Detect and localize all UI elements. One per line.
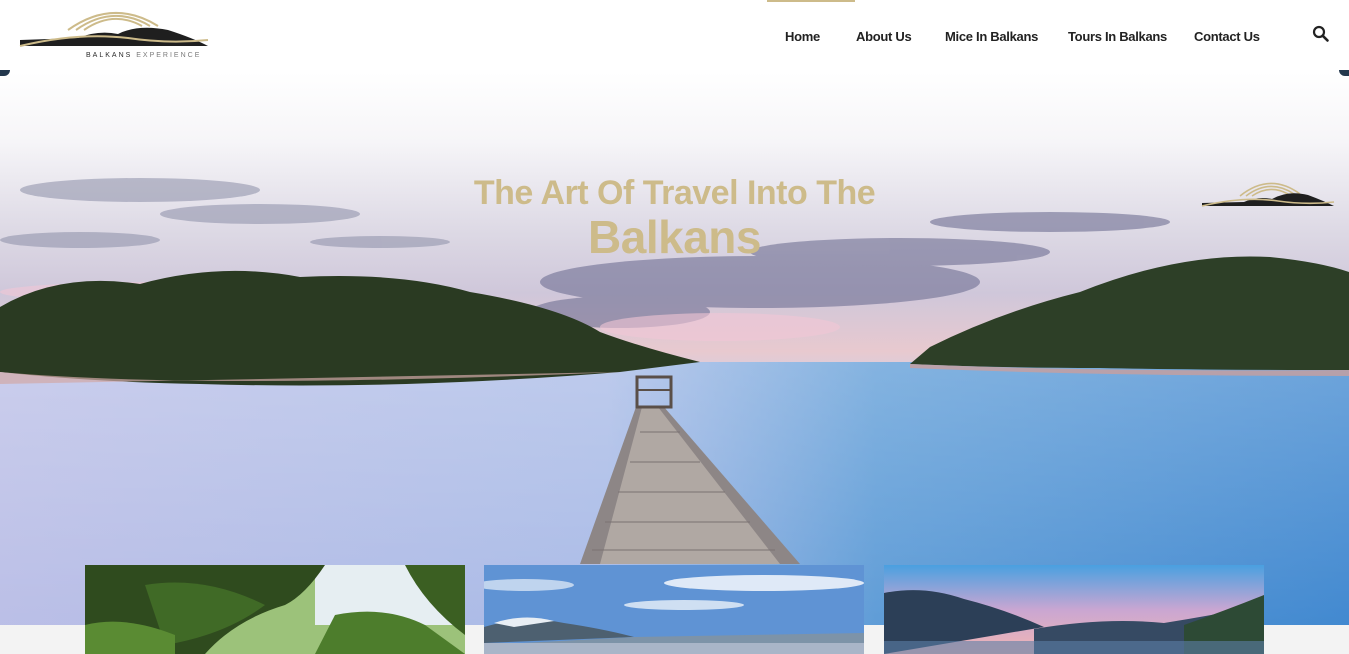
search-icon bbox=[1312, 25, 1329, 42]
nav-tours-in-balkans[interactable]: Tours In Balkans bbox=[1068, 0, 1167, 72]
hero-logo bbox=[1200, 176, 1336, 212]
bay-sunset-photo bbox=[884, 565, 1264, 654]
nav-about-us[interactable]: About Us bbox=[856, 0, 912, 72]
forest-lake-photo bbox=[85, 565, 465, 654]
brand-logo[interactable]: BALKANS EXPERIENCE bbox=[18, 4, 210, 64]
mountains-sun-logo-icon bbox=[19, 11, 209, 47]
brand-wordmark: BALKANS EXPERIENCE bbox=[86, 52, 201, 59]
card-mountain-lake[interactable] bbox=[484, 565, 864, 654]
brand-name-bold: BALKANS bbox=[86, 52, 133, 59]
card-bay-sunset[interactable] bbox=[884, 565, 1264, 654]
hero-title-line2: Balkans bbox=[588, 211, 761, 263]
card-forest[interactable] bbox=[85, 565, 465, 654]
nav-mice-in-balkans[interactable]: Mice In Balkans bbox=[945, 0, 1038, 72]
hero-title-line1: The Art Of Travel Into The bbox=[473, 174, 876, 212]
mountains-sun-logo-icon bbox=[1201, 182, 1335, 207]
mountain-lake-photo bbox=[484, 565, 864, 654]
search-button[interactable] bbox=[1312, 25, 1330, 43]
nav-contact-us[interactable]: Contact Us bbox=[1194, 0, 1260, 72]
nav-home[interactable]: Home bbox=[767, 0, 855, 72]
site-header: BALKANS EXPERIENCE Home About Us Mice In… bbox=[0, 0, 1349, 72]
brand-name-light: EXPERIENCE bbox=[136, 52, 202, 59]
